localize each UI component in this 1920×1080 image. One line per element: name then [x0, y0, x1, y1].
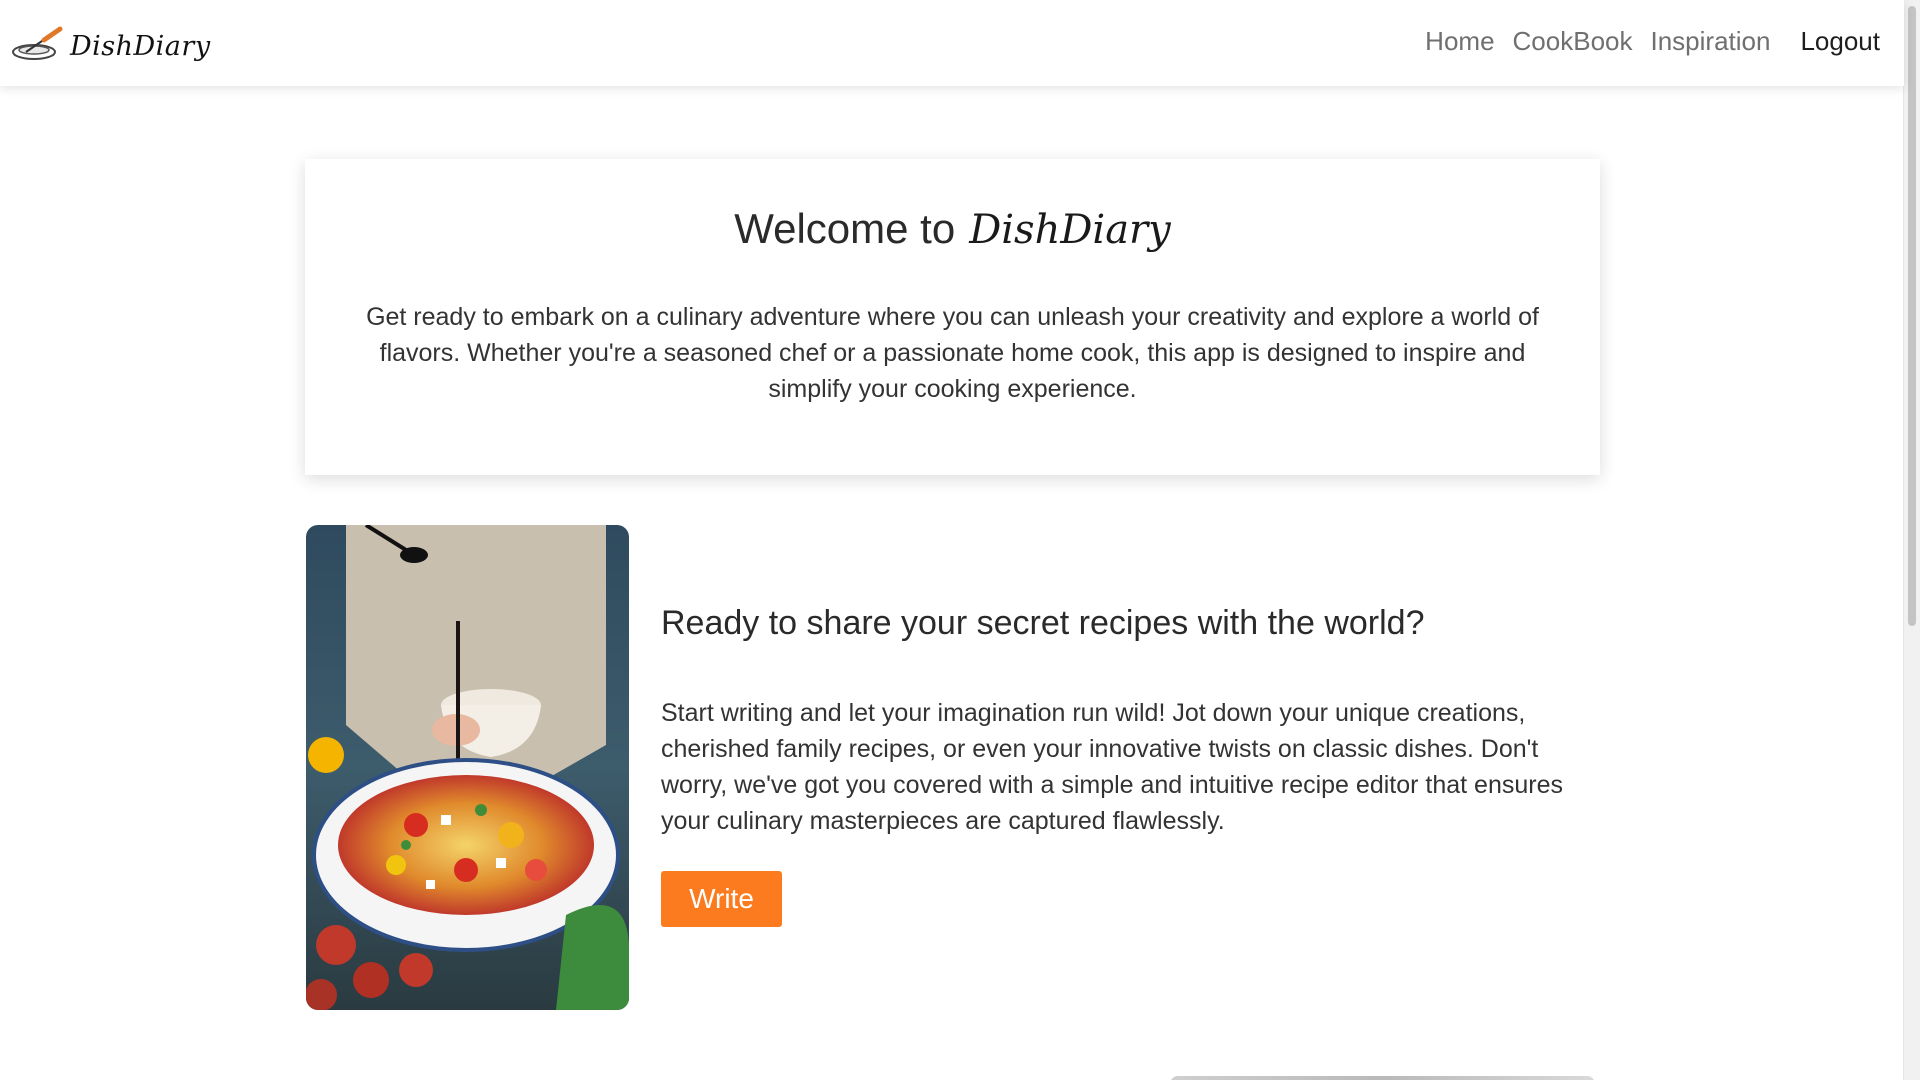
feature-text: Start writing and let your imagination r… [661, 699, 1563, 835]
logout-link[interactable]: Logout [1800, 26, 1880, 57]
navbar: DishDiary Home CookBook Inspiration Logo… [0, 0, 1904, 86]
welcome-title: Welcome to DishDiary [353, 205, 1552, 253]
page-scrollbar[interactable] [1903, 0, 1920, 1080]
feature-heading: Ready to share your secret recipes with … [661, 604, 1425, 642]
write-button[interactable]: Write [661, 871, 782, 927]
nav-link-inspiration[interactable]: Inspiration [1651, 26, 1771, 57]
scrollbar-thumb[interactable] [1908, 6, 1916, 626]
welcome-title-prefix: Welcome to [734, 205, 956, 252]
nav-link-home[interactable]: Home [1425, 26, 1494, 57]
brand-name: DishDiary [70, 31, 211, 62]
welcome-title-brand: DishDiary [969, 207, 1171, 253]
welcome-card: Welcome to DishDiary Get ready to embark … [305, 159, 1600, 475]
salad-bowl-photo [306, 525, 629, 1010]
nav-link-cookbook[interactable]: CookBook [1513, 26, 1633, 57]
page: DishDiary Home CookBook Inspiration Logo… [0, 0, 1920, 1080]
nav-links: Home CookBook Inspiration Logout [1407, 26, 1880, 57]
next-section-image-peek [1170, 1076, 1595, 1080]
pot-with-spoon-icon [10, 24, 66, 69]
brand-logo-link[interactable]: DishDiary [10, 24, 211, 69]
welcome-text: Get ready to embark on a culinary advent… [366, 303, 1539, 403]
